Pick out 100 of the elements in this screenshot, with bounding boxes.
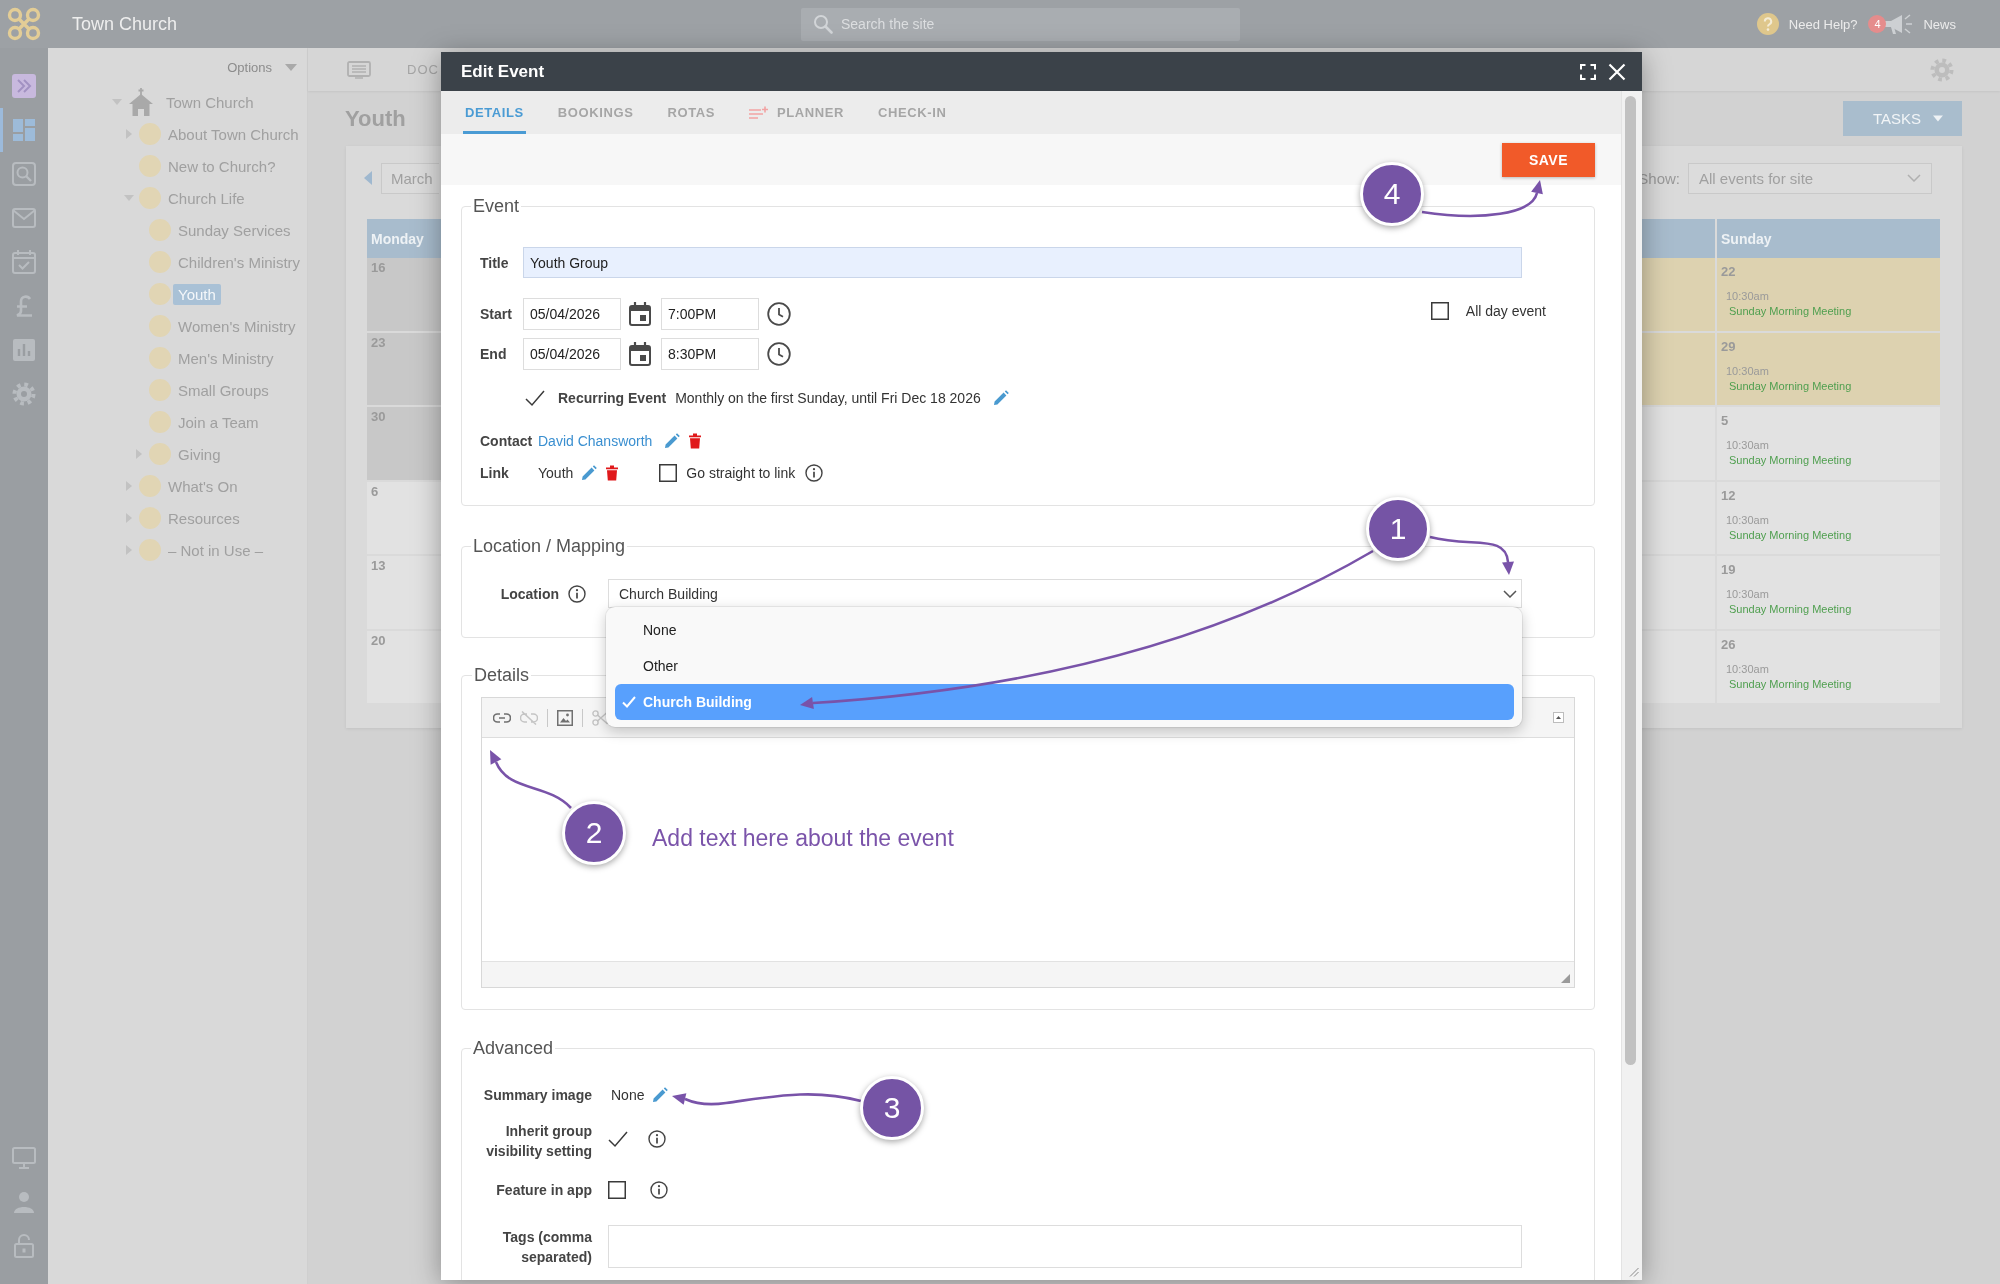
trash-icon[interactable] [605, 465, 620, 481]
end-time-input[interactable]: 8:30PM [661, 338, 759, 370]
caret-left-icon[interactable] [364, 171, 372, 185]
tree-item[interactable]: Men's Ministry [173, 347, 279, 369]
tab[interactable]: ROTAS [665, 91, 717, 134]
dropdown-option[interactable]: Church Building [615, 684, 1514, 720]
logo-icon[interactable] [6, 6, 42, 42]
calendar-day-cell[interactable]: 6 [367, 481, 441, 554]
info-icon[interactable] [650, 1181, 668, 1199]
tree-item[interactable]: Resources [163, 507, 245, 529]
caret-down-icon[interactable] [285, 63, 297, 71]
calendar-day-cell[interactable]: 22 10:30am Sunday Morning Meeting [1717, 258, 1940, 331]
resize-grip-icon[interactable] [1561, 974, 1570, 983]
info-icon[interactable] [805, 464, 824, 482]
pencil-icon[interactable] [652, 1087, 669, 1103]
calendar-day-cell[interactable]: 29 10:30am Sunday Morning Meeting [1717, 332, 1940, 405]
event-filter-select[interactable]: All events for site [1688, 162, 1932, 194]
tags-input[interactable] [608, 1225, 1522, 1268]
tree-item[interactable]: Church Life [163, 187, 250, 209]
tree-item[interactable]: Women's Ministry [173, 315, 301, 337]
pencil-icon[interactable] [581, 465, 598, 481]
link-icon[interactable] [493, 712, 511, 723]
end-date-input[interactable]: 05/04/2026 [523, 338, 621, 370]
settings-icon[interactable] [1930, 57, 1954, 82]
calendar-day-cell[interactable]: 13 [367, 556, 441, 629]
dropdown-option[interactable]: Other [615, 648, 1514, 684]
tab[interactable]: CHECK-IN [876, 91, 949, 134]
tree-item[interactable]: Small Groups [173, 379, 274, 401]
calendar-day-cell[interactable]: 19 10:30am Sunday Morning Meeting [1717, 556, 1940, 629]
help-icon[interactable] [1756, 13, 1779, 35]
news-link[interactable]: News [1923, 16, 1956, 32]
tree-item[interactable]: Town Church [161, 91, 259, 113]
calendar-icon[interactable] [629, 342, 651, 366]
event-title[interactable]: Sunday Morning Meeting [1729, 304, 1852, 319]
go-straight-checkbox[interactable] [659, 464, 678, 482]
pencil-icon[interactable] [992, 390, 1009, 406]
monitor-icon[interactable] [12, 1147, 36, 1169]
tasks-button[interactable]: TASKS [1843, 101, 1962, 136]
calendar-day-cell[interactable] [1642, 332, 1715, 405]
close-icon[interactable] [1608, 62, 1626, 81]
calendar-day-cell[interactable] [1642, 407, 1715, 480]
calendar-icon[interactable] [629, 302, 651, 326]
collapse-icon[interactable] [1553, 712, 1564, 723]
pencil-icon[interactable] [664, 433, 681, 449]
start-time-input[interactable]: 7:00PM [661, 298, 759, 330]
padlock-icon[interactable] [13, 1234, 35, 1258]
event-title[interactable]: Sunday Morning Meeting [1729, 453, 1852, 468]
tree-item[interactable]: What's On [163, 475, 243, 497]
options-menu[interactable]: Options [227, 59, 272, 75]
unlink-icon[interactable] [520, 710, 538, 725]
scrollbar-thumb[interactable] [1625, 96, 1636, 1065]
field-label: Contact [480, 433, 533, 449]
megaphone-icon[interactable] [1883, 12, 1914, 36]
tree-item[interactable]: Sunday Services [173, 219, 296, 241]
info-icon[interactable] [648, 1130, 666, 1148]
tree-item[interactable]: Giving [173, 443, 226, 465]
clock-icon[interactable] [767, 342, 791, 366]
calendar-day-cell[interactable]: 12 10:30am Sunday Morning Meeting [1717, 481, 1940, 554]
user-icon[interactable] [13, 1191, 35, 1213]
tree-item[interactable]: About Town Church [163, 123, 304, 145]
calendar-day-cell[interactable] [1642, 258, 1715, 331]
event-title[interactable]: Sunday Morning Meeting [1729, 378, 1852, 394]
month-select[interactable]: March [381, 162, 439, 194]
event-title[interactable]: Sunday Morning Meeting [1729, 602, 1852, 617]
resize-grip-icon[interactable] [1629, 1267, 1639, 1277]
inherit-visibility-checkbox[interactable] [608, 1130, 628, 1148]
tree-item[interactable]: Youth [173, 283, 221, 305]
tree-item[interactable]: New to Church? [163, 155, 281, 177]
tree-item[interactable]: Children's Ministry [173, 251, 306, 273]
contact-link[interactable]: David Chansworth [538, 431, 653, 451]
event-title[interactable]: Sunday Morning Meeting [1729, 527, 1852, 543]
start-date-input[interactable]: 05/04/2026 [523, 298, 621, 330]
image-icon[interactable] [557, 709, 573, 726]
trash-icon[interactable] [688, 433, 703, 449]
list-icon[interactable] [347, 60, 371, 79]
tree-item[interactable]: Join a Team [173, 411, 264, 433]
calendar-day-cell[interactable]: 26 10:30am Sunday Morning Meeting [1717, 630, 1940, 703]
field-label: Start [480, 306, 512, 322]
fullscreen-icon[interactable] [1580, 63, 1596, 80]
help-link[interactable]: Need Help? [1788, 16, 1858, 32]
calendar-day-cell[interactable] [1642, 630, 1715, 703]
tab[interactable]: BOOKINGS [555, 91, 636, 134]
info-icon[interactable] [568, 584, 586, 603]
scrollbar[interactable] [1621, 91, 1642, 1280]
calendar-day-cell[interactable]: 5 10:30am Sunday Morning Meeting [1717, 407, 1940, 480]
clock-icon[interactable] [767, 302, 791, 326]
all-day-checkbox[interactable] [1430, 302, 1449, 320]
title-input[interactable]: Youth Group [523, 247, 1522, 278]
scissors-icon[interactable] [592, 709, 608, 726]
feature-in-app-checkbox[interactable] [608, 1181, 626, 1199]
tree-item[interactable]: – Not in Use – [163, 539, 269, 561]
calendar-day-cell[interactable] [1642, 481, 1715, 554]
tab[interactable]: PLANNER [747, 91, 847, 134]
save-button[interactable]: SAVE [1502, 143, 1595, 177]
event-time: 10:30am [1726, 289, 1769, 304]
recurring-checkbox[interactable] [525, 389, 545, 407]
dropdown-option[interactable]: None [615, 612, 1514, 648]
calendar-day-cell[interactable]: 20 [367, 630, 441, 703]
calendar-day-cell[interactable] [1642, 556, 1715, 629]
event-title[interactable]: Sunday Morning Meeting [1729, 676, 1852, 692]
